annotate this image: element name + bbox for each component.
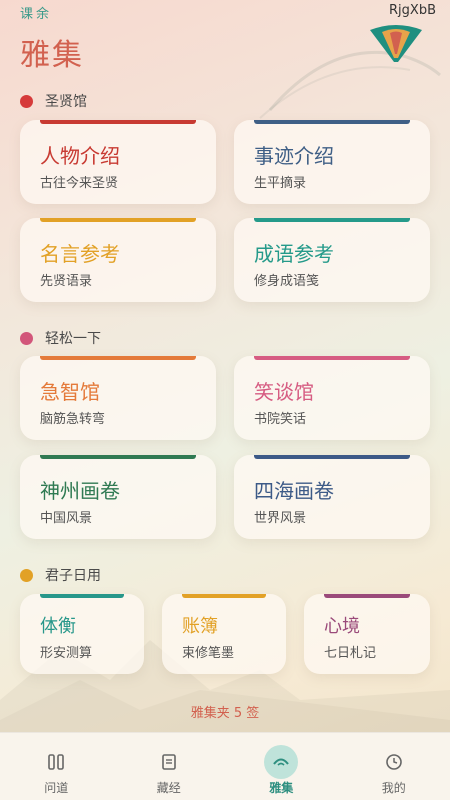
watermark-text: RjgXbB bbox=[389, 3, 436, 18]
section-header-sages: 圣贤馆 bbox=[20, 89, 87, 113]
arc-icon bbox=[264, 745, 299, 779]
card-jokes[interactable]: 笑谈馆 书院笑话 bbox=[234, 356, 430, 440]
tab-mine[interactable]: 我的 bbox=[338, 733, 450, 800]
section-label: 轻松一下 bbox=[45, 331, 101, 347]
card-stripe bbox=[254, 120, 410, 124]
card-subtitle: 束修笔墨 bbox=[182, 646, 235, 661]
section-label: 君子日用 bbox=[45, 568, 101, 584]
card-quotes[interactable]: 名言参考 先贤语录 bbox=[20, 218, 216, 302]
card-stripe bbox=[254, 218, 410, 222]
card-subtitle: 七日札记 bbox=[324, 646, 377, 661]
card-title: 笑谈馆 bbox=[254, 380, 314, 404]
card-stripe bbox=[182, 594, 266, 598]
fan-logo-icon bbox=[370, 25, 422, 62]
card-stripe bbox=[254, 356, 410, 360]
card-body-measure[interactable]: 体衡 形安测算 bbox=[20, 594, 144, 674]
status-bar: 课余 RjgXbB bbox=[0, 0, 450, 24]
book-icon bbox=[152, 745, 186, 779]
card-title: 事迹介绍 bbox=[254, 144, 334, 168]
card-subtitle: 修身成语笺 bbox=[254, 274, 320, 289]
page-title: 雅集 bbox=[20, 38, 84, 73]
tab-cangjing[interactable]: 藏经 bbox=[113, 733, 226, 800]
tab-wendao[interactable]: 问道 bbox=[0, 733, 113, 800]
card-subtitle: 中国风景 bbox=[40, 511, 93, 526]
card-subtitle: 脑筋急转弯 bbox=[40, 412, 106, 427]
card-world-scenery[interactable]: 四海画卷 世界风景 bbox=[234, 455, 430, 539]
app-brand: 课余 bbox=[20, 7, 53, 22]
card-stripe bbox=[40, 455, 196, 459]
bottom-tab-bar: 问道 藏经 雅集 我的 bbox=[0, 732, 450, 800]
card-subtitle: 形安测算 bbox=[40, 646, 93, 661]
card-title: 心境 bbox=[324, 616, 360, 637]
bookmark-count[interactable]: 雅集夹 5 签 bbox=[0, 702, 450, 721]
card-stripe bbox=[40, 218, 196, 222]
section-header-relax: 轻松一下 bbox=[20, 326, 101, 350]
section-dot bbox=[20, 331, 33, 345]
card-title: 急智馆 bbox=[40, 380, 100, 404]
card-title: 成语参考 bbox=[254, 242, 334, 266]
tab-label: 藏经 bbox=[156, 781, 181, 795]
card-subtitle: 先贤语录 bbox=[40, 274, 93, 289]
card-stripe bbox=[324, 594, 410, 598]
tab-label: 问道 bbox=[44, 781, 69, 795]
card-title: 四海画卷 bbox=[254, 479, 334, 503]
card-people-intro[interactable]: 人物介绍 古往今来圣贤 bbox=[20, 120, 216, 204]
section-label: 圣贤馆 bbox=[45, 94, 87, 110]
card-deeds-intro[interactable]: 事迹介绍 生平摘录 bbox=[234, 120, 430, 204]
card-title: 人物介绍 bbox=[40, 144, 120, 168]
card-riddles[interactable]: 急智馆 脑筋急转弯 bbox=[20, 356, 216, 440]
card-subtitle: 生平摘录 bbox=[254, 176, 307, 191]
card-stripe bbox=[40, 356, 196, 360]
card-stripe bbox=[40, 594, 124, 598]
section-header-daily: 君子日用 bbox=[20, 563, 101, 587]
card-idioms[interactable]: 成语参考 修身成语笺 bbox=[234, 218, 430, 302]
card-title: 神州画卷 bbox=[40, 479, 120, 503]
tab-label: 雅集 bbox=[269, 781, 294, 795]
tab-yaji[interactable]: 雅集 bbox=[225, 733, 338, 800]
columns-icon bbox=[39, 745, 73, 779]
clock-icon bbox=[377, 745, 411, 779]
card-ledger[interactable]: 账簿 束修笔墨 bbox=[162, 594, 286, 674]
tab-label: 我的 bbox=[381, 781, 406, 795]
card-title: 体衡 bbox=[40, 616, 76, 637]
section-dot bbox=[20, 568, 33, 582]
card-subtitle: 书院笑话 bbox=[254, 412, 307, 427]
card-subtitle: 世界风景 bbox=[254, 511, 307, 526]
card-title: 账簿 bbox=[182, 616, 218, 637]
card-stripe bbox=[40, 120, 196, 124]
card-title: 名言参考 bbox=[40, 242, 120, 266]
card-china-scenery[interactable]: 神州画卷 中国风景 bbox=[20, 455, 216, 539]
card-stripe bbox=[254, 455, 410, 459]
card-subtitle: 古往今来圣贤 bbox=[40, 176, 119, 191]
card-mood-journal[interactable]: 心境 七日札记 bbox=[304, 594, 430, 674]
section-dot bbox=[20, 94, 33, 108]
